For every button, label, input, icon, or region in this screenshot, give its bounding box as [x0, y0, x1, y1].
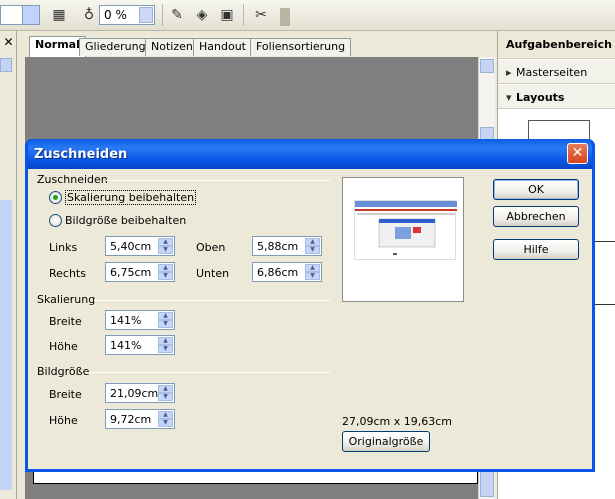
chevron-right-icon: ▸	[506, 66, 512, 79]
right-input[interactable]: 6,75cm ▲ ▼	[105, 262, 175, 282]
size-width-input[interactable]: 21,09cm ▲ ▼	[105, 383, 175, 403]
scale-height-input[interactable]: 141% ▲ ▼	[105, 335, 175, 355]
bottom-input[interactable]: 6,86cm ▲ ▼	[252, 262, 322, 282]
left-input[interactable]: 5,40cm ▲ ▼	[105, 236, 175, 256]
original-dimensions: 27,09cm x 19,63cm	[342, 415, 453, 428]
preview-screenshot-icon	[355, 201, 457, 255]
spin-arrows-icon[interactable]: ▲ ▼	[158, 264, 173, 280]
transparency-icon[interactable]: ♁	[80, 6, 98, 24]
preview-image	[354, 200, 457, 260]
close-icon[interactable]: ✕	[567, 143, 588, 164]
label-size-width: Breite	[49, 388, 82, 401]
label-scale-width: Breite	[49, 315, 82, 328]
size-height-input[interactable]: 9,72cm ▲ ▼	[105, 409, 175, 429]
fill-icon[interactable]: ◈	[193, 6, 211, 24]
transparency-value: 0 %	[104, 8, 127, 22]
spin-arrows-icon[interactable]: ▲ ▼	[158, 238, 173, 254]
original-size-button[interactable]: Originalgröße	[342, 431, 430, 452]
radio-label: Skalierung beibehalten	[65, 190, 197, 205]
chevron-down-icon: ▾	[506, 91, 512, 104]
spin-arrows-icon[interactable]: ▲ ▼	[158, 337, 173, 353]
tab-foliensortierung[interactable]: Foliensortierung	[250, 38, 352, 56]
crop-preview	[342, 177, 464, 302]
top-input[interactable]: 5,88cm ▲ ▼	[252, 236, 322, 256]
scale-width-input[interactable]: 141% ▲ ▼	[105, 310, 175, 330]
spin-value: 9,72cm	[110, 413, 152, 426]
pen-icon[interactable]: ✎	[168, 6, 186, 24]
radio-label: Bildgröße beibehalten	[65, 214, 187, 227]
layout-thumbnail[interactable]	[593, 241, 615, 305]
spin-value: 6,75cm	[110, 266, 152, 279]
toolbar-separator	[243, 4, 244, 26]
tab-notizen[interactable]: Notizen	[145, 38, 199, 56]
section-label: Masterseiten	[516, 66, 588, 79]
radio-selected-icon	[49, 191, 62, 204]
spin-value: 5,40cm	[110, 240, 152, 253]
label-right: Rechts	[49, 267, 86, 280]
dialog-titlebar[interactable]: Zuschneiden ✕	[28, 139, 592, 169]
radio-keep-size[interactable]: Bildgröße beibehalten	[49, 214, 186, 227]
section-image-size-label: Bildgröße	[37, 365, 90, 378]
color-icon[interactable]: ▦	[50, 6, 68, 24]
toolbar-separator	[162, 4, 163, 26]
toolbar-overflow-button[interactable]	[280, 8, 290, 26]
dialog-body: Zuschneiden Skalierung beibehalten Bildg…	[28, 169, 592, 469]
radio-unselected-icon	[49, 214, 62, 227]
label-top: Oben	[196, 241, 226, 254]
task-pane-title: Aufgabenbereich	[498, 31, 615, 59]
crop-icon[interactable]: ✂	[252, 6, 270, 24]
label-scale-height: Höhe	[49, 340, 78, 353]
spin-arrows-icon[interactable]: ▲ ▼	[158, 411, 173, 427]
close-icon[interactable]: ✕	[0, 34, 17, 50]
spin-arrows-icon[interactable]: ▲ ▼	[158, 385, 173, 401]
scroll-up-button[interactable]	[480, 59, 494, 73]
crop-dialog: Zuschneiden ✕ Zuschneiden Skalierung bei…	[25, 139, 595, 472]
scroll-up-button[interactable]	[0, 58, 12, 72]
cancel-button[interactable]: Abbrechen	[493, 206, 579, 227]
label-size-height: Höhe	[49, 414, 78, 427]
spin-value: 6,86cm	[257, 266, 299, 279]
spin-value: 21,09cm	[110, 387, 159, 400]
taskpane-section-layouts[interactable]: ▾ Layouts	[498, 85, 615, 109]
transparency-spinbox[interactable]: 0 %	[99, 5, 155, 25]
spin-arrows-icon[interactable]	[139, 7, 153, 23]
tab-normal[interactable]: Normal	[29, 36, 86, 57]
spin-arrows-icon[interactable]: ▲ ▼	[305, 264, 320, 280]
label-left: Links	[49, 241, 78, 254]
spin-value: 5,88cm	[257, 240, 299, 253]
taskpane-section-masterseiten[interactable]: ▸ Masterseiten	[498, 60, 615, 84]
tab-handout[interactable]: Handout	[193, 38, 252, 56]
spin-value: 141%	[110, 339, 142, 352]
tab-gliederung[interactable]: Gliederung	[79, 38, 152, 56]
section-crop-label: Zuschneiden	[37, 173, 108, 186]
spin-arrows-icon[interactable]: ▲ ▼	[158, 312, 173, 328]
divider	[85, 372, 330, 373]
dialog-title: Zuschneiden	[34, 147, 128, 162]
toolbar: ▦ ♁ 0 % ✎ ◈ ▣ ✂	[0, 0, 615, 31]
toolbar-combo[interactable]	[0, 5, 40, 25]
ok-button[interactable]: OK	[493, 179, 579, 200]
spin-value: 141%	[110, 314, 142, 327]
divider	[94, 300, 330, 301]
shadow-icon[interactable]: ▣	[218, 6, 236, 24]
section-scale-label: Skalierung	[37, 293, 96, 306]
divider	[106, 180, 330, 181]
chevron-down-icon[interactable]	[22, 6, 39, 24]
scrollbar-thumb[interactable]	[0, 200, 12, 490]
radio-keep-scale[interactable]: Skalierung beibehalten	[49, 190, 197, 205]
label-bottom: Unten	[196, 267, 230, 280]
section-label: Layouts	[516, 91, 565, 104]
spin-arrows-icon[interactable]: ▲ ▼	[305, 238, 320, 254]
help-button[interactable]: Hilfe	[493, 239, 579, 260]
